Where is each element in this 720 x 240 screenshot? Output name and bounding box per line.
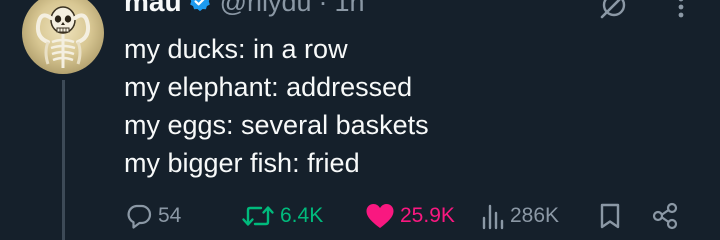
skeleton-avatar-image: [35, 6, 91, 68]
views-icon: [482, 204, 504, 230]
tweet-line: my elephant: addressed: [124, 72, 413, 102]
tweet-text: my ducks: in a row my elephant: addresse…: [124, 30, 429, 182]
heart-icon: [366, 204, 394, 228]
action-bar: 54 6.4K 25.9K 286K: [0, 198, 720, 234]
reply-count: 54: [158, 204, 182, 227]
share-button[interactable]: [650, 198, 680, 234]
tweet[interactable]: mau @rllydu · 1h my ducks: in a row my e…: [0, 0, 720, 240]
retweet-icon: [242, 206, 274, 226]
retweet-count: 6.4K: [280, 204, 324, 227]
more-options-icon[interactable]: [671, 0, 691, 20]
tweet-line: my ducks: in a row: [124, 34, 348, 64]
bookmark-icon: [600, 203, 620, 229]
verified-badge-icon[interactable]: [188, 0, 212, 14]
view-count: 286K: [510, 204, 560, 227]
tweet-line: my bigger fish: fried: [124, 148, 360, 178]
like-button[interactable]: 25.9K: [364, 198, 455, 234]
like-count: 25.9K: [400, 204, 455, 227]
handle[interactable]: @rllydu: [220, 0, 312, 18]
separator-dot: ·: [318, 0, 328, 17]
views-button[interactable]: 286K: [480, 198, 559, 234]
reply-button[interactable]: 54: [124, 198, 181, 234]
reply-icon: [127, 204, 152, 229]
display-name[interactable]: mau: [124, 0, 182, 18]
retweet-button[interactable]: 6.4K: [240, 198, 323, 234]
timestamp[interactable]: 1h: [335, 0, 365, 18]
tweet-header: mau @rllydu · 1h: [124, 0, 365, 17]
bookmark-button[interactable]: [597, 198, 623, 234]
tweet-line: my eggs: several baskets: [124, 110, 429, 140]
share-icon: [652, 202, 678, 230]
grok-icon[interactable]: [597, 0, 631, 22]
avatar[interactable]: [22, 0, 104, 74]
